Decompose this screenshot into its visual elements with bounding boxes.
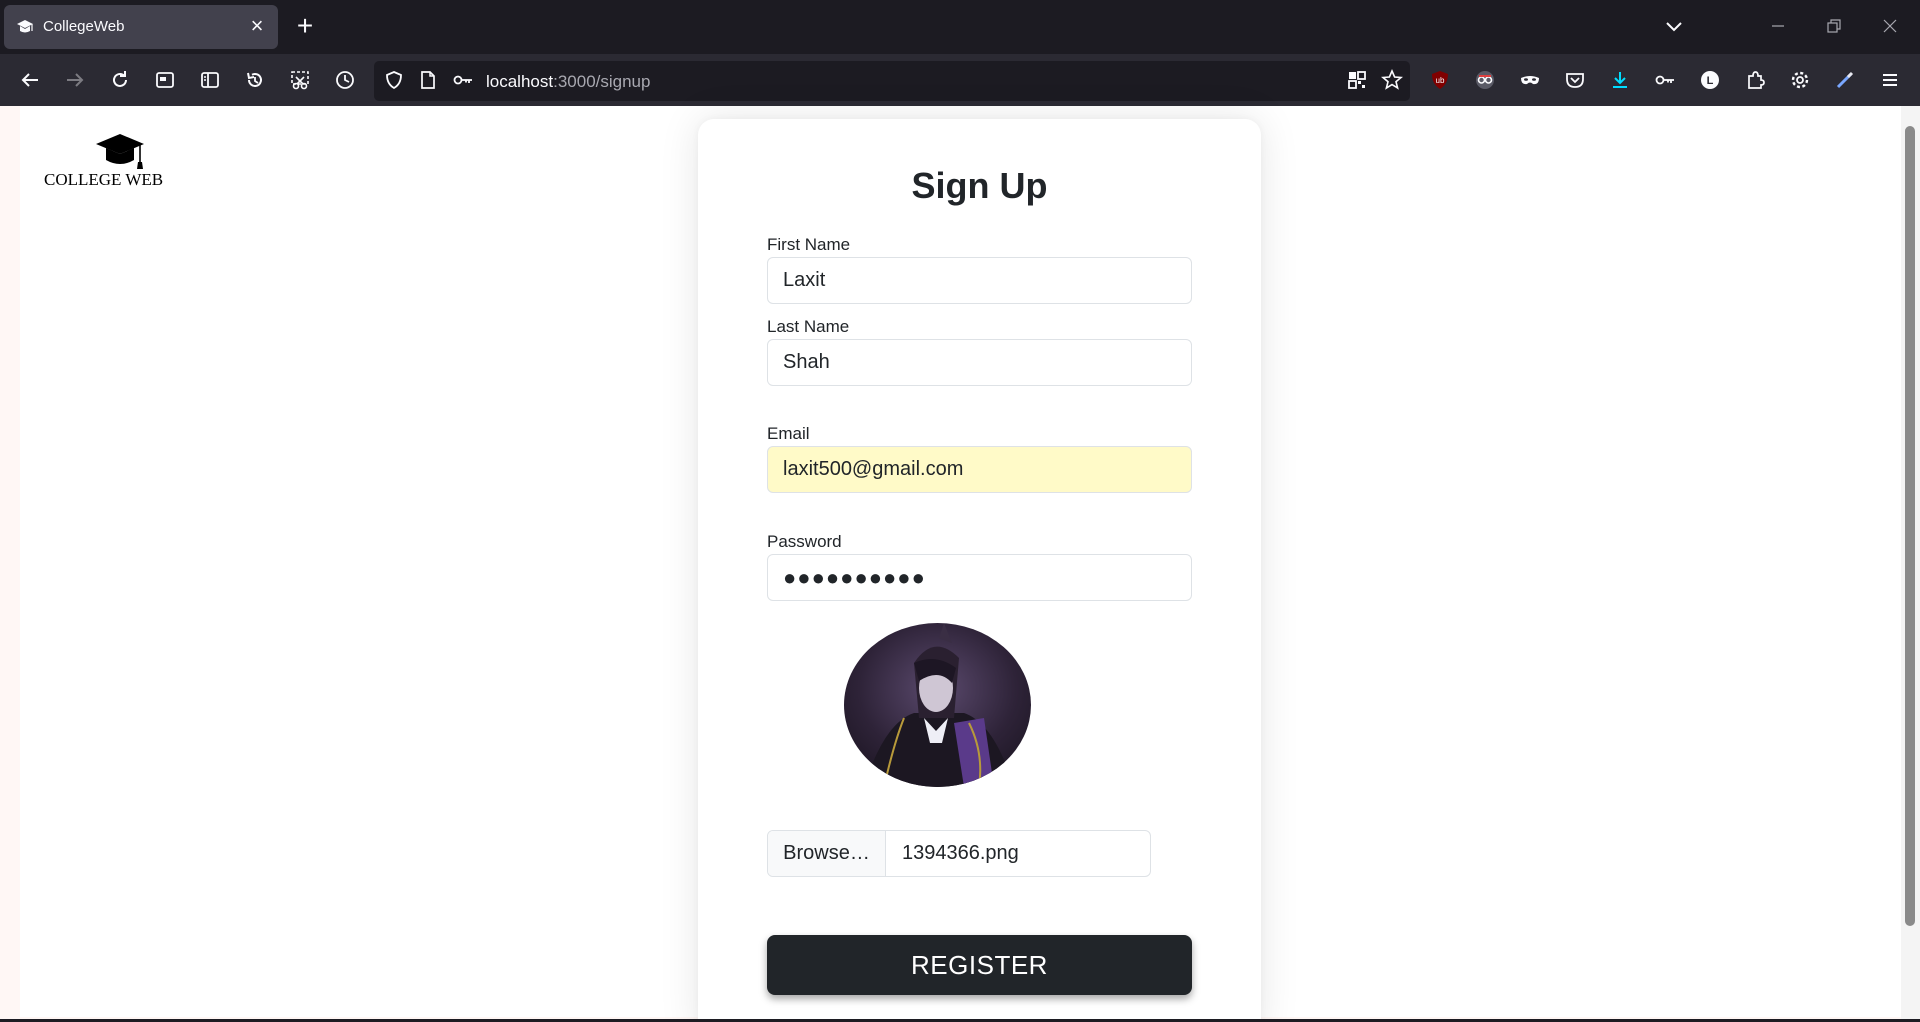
- last-name-input[interactable]: [767, 339, 1192, 386]
- avatar-image: [844, 623, 1031, 787]
- close-window-icon[interactable]: [1878, 14, 1902, 38]
- tab-strip: CollegeWeb × +: [0, 0, 1920, 54]
- signup-card: Sign Up First Name Last Name Email Passw…: [698, 119, 1261, 1022]
- back-icon[interactable]: [16, 66, 44, 94]
- sidebar-icon[interactable]: [196, 66, 224, 94]
- ublock-origin-icon[interactable]: ub: [1426, 66, 1454, 94]
- logo-text: COLLEGE WEB: [44, 170, 164, 189]
- graduation-cap-icon: [96, 134, 144, 169]
- minimize-icon[interactable]: [1766, 14, 1790, 38]
- selected-file-name: 1394366.png: [902, 842, 1019, 864]
- downloads-icon[interactable]: [1606, 66, 1634, 94]
- menu-hamburger-icon[interactable]: [1876, 66, 1904, 94]
- private-mask-icon[interactable]: [1516, 66, 1544, 94]
- reload-icon[interactable]: [106, 66, 134, 94]
- forward-icon[interactable]: [61, 66, 89, 94]
- file-input[interactable]: Browse… 1394366.png: [767, 830, 1151, 877]
- key-icon[interactable]: [449, 66, 477, 94]
- extension-glasses-icon[interactable]: [1471, 66, 1499, 94]
- color-picker-icon[interactable]: [1831, 66, 1859, 94]
- browse-button[interactable]: Browse…: [768, 831, 886, 876]
- extensions-puzzle-icon[interactable]: [1741, 66, 1769, 94]
- first-name-label: First Name: [767, 235, 851, 254]
- page-title: Sign Up: [911, 165, 1048, 206]
- url-text[interactable]: localhost:3000/signup: [486, 71, 650, 93]
- history-back-icon[interactable]: [241, 66, 269, 94]
- shield-icon[interactable]: [380, 66, 408, 94]
- tab-manager-icon[interactable]: [151, 66, 179, 94]
- college-web-logo[interactable]: COLLEGE WEB: [44, 132, 164, 190]
- email-input[interactable]: [767, 446, 1192, 493]
- settings-gear-icon[interactable]: [1786, 66, 1814, 94]
- new-tab-icon[interactable]: +: [291, 12, 319, 41]
- register-button[interactable]: REGISTER: [767, 935, 1192, 995]
- last-name-label: Last Name: [767, 317, 850, 336]
- svg-text:ub: ub: [1436, 76, 1445, 85]
- list-all-tabs-icon[interactable]: [1660, 14, 1688, 40]
- bookmark-star-icon[interactable]: [1378, 66, 1406, 94]
- url-host: localhost: [486, 72, 554, 91]
- scrollbar-thumb[interactable]: [1905, 126, 1915, 926]
- tab-title: CollegeWeb: [43, 18, 125, 35]
- screenshot-icon[interactable]: [286, 66, 314, 94]
- history-icon[interactable]: [331, 66, 359, 94]
- account-avatar-icon[interactable]: L: [1696, 66, 1724, 94]
- pocket-icon[interactable]: [1561, 66, 1589, 94]
- navigation-toolbar: ub L: [0, 54, 1920, 106]
- graduation-cap-icon: [17, 20, 33, 33]
- avatar-preview: [844, 623, 1031, 787]
- password-input[interactable]: [767, 554, 1192, 601]
- close-tab-icon[interactable]: ×: [246, 15, 268, 38]
- tab-collegeweb[interactable]: CollegeWeb ×: [4, 5, 278, 49]
- email-label: Email: [767, 424, 810, 443]
- first-name-input[interactable]: [767, 257, 1192, 304]
- passwords-key-icon[interactable]: [1651, 66, 1679, 94]
- page-viewport: COLLEGE WEB Sign Up First Name Last Name…: [0, 106, 1920, 1022]
- url-path: :3000/signup: [553, 72, 651, 91]
- svg-text:L: L: [1707, 75, 1714, 87]
- restore-icon[interactable]: [1822, 14, 1846, 38]
- password-label: Password: [767, 532, 842, 551]
- page-body: COLLEGE WEB Sign Up First Name Last Name…: [20, 106, 1901, 1022]
- qr-code-icon[interactable]: [1343, 66, 1371, 94]
- page-info-icon[interactable]: [414, 66, 442, 94]
